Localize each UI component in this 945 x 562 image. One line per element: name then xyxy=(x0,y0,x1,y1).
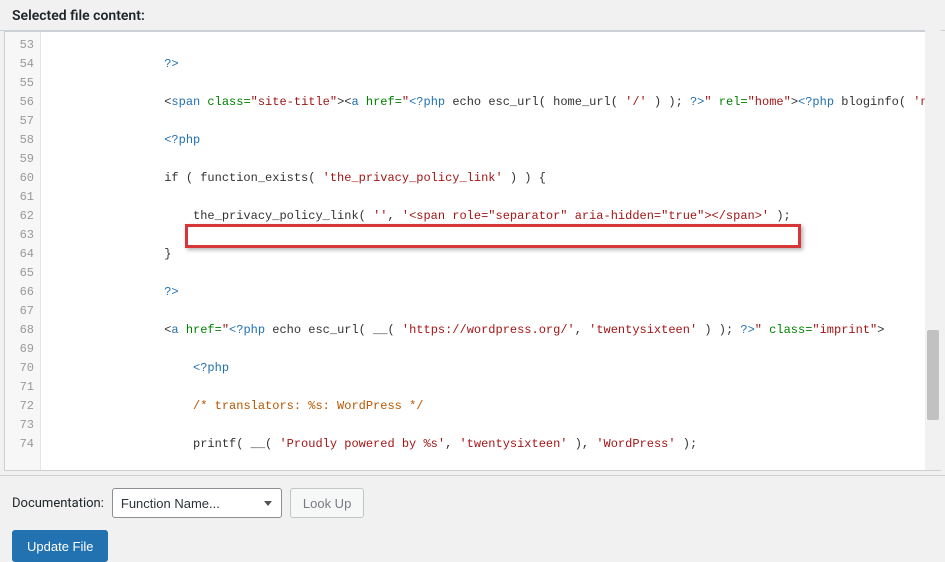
scrollbar-thumb[interactable] xyxy=(927,330,939,420)
update-file-button[interactable]: Update File xyxy=(12,530,108,562)
panel-title: Selected file content: xyxy=(0,0,945,31)
editor-footer: Documentation: Function Name... Look Up xyxy=(0,475,945,530)
documentation-label: Documentation: xyxy=(12,496,104,511)
lookup-button[interactable]: Look Up xyxy=(290,488,364,518)
code-content[interactable]: ?> <span class="site-title"><a href="<?p… xyxy=(41,32,940,470)
line-gutter: 5354555657585960616263646566676869707172… xyxy=(5,32,41,470)
function-name-select[interactable]: Function Name... xyxy=(112,488,282,518)
code-editor[interactable]: 5354555657585960616263646566676869707172… xyxy=(4,31,941,471)
vertical-scrollbar[interactable] xyxy=(925,30,941,470)
